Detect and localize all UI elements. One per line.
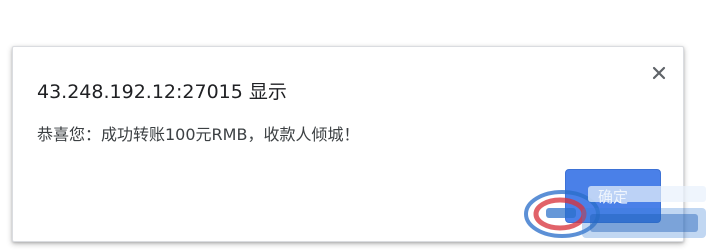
page: 43.248.192.12:27015 显示 恭喜您：成功转账100元RMB，收… (0, 0, 714, 250)
alert-dialog: 43.248.192.12:27015 显示 恭喜您：成功转账100元RMB，收… (12, 46, 684, 242)
close-icon (652, 66, 666, 80)
dialog-message: 恭喜您：成功转账100元RMB，收款人倾城！ (37, 125, 360, 144)
close-button[interactable] (647, 61, 671, 85)
dialog-title: 43.248.192.12:27015 显示 (37, 81, 287, 103)
ok-button[interactable]: 确定 (565, 169, 661, 223)
